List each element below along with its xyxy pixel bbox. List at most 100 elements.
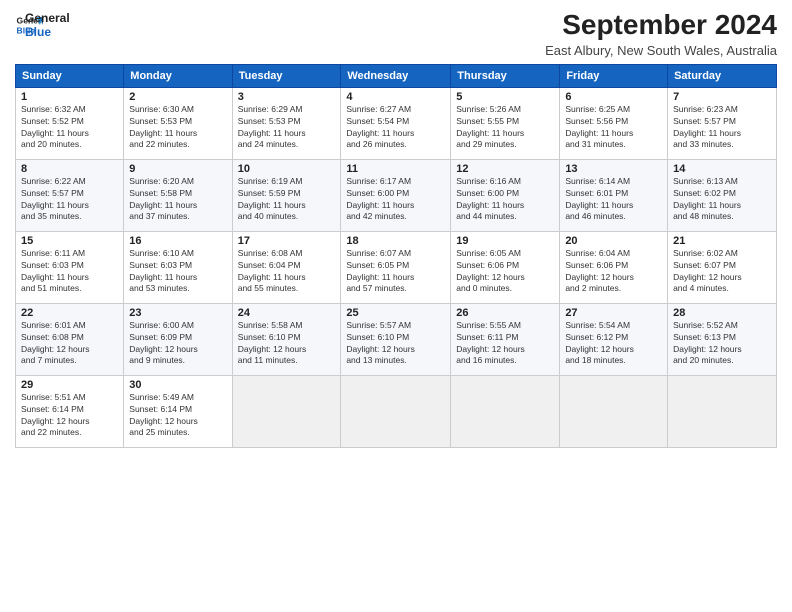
day-number: 9 <box>129 163 226 175</box>
week-row-3: 15Sunrise: 6:11 AM Sunset: 6:03 PM Dayli… <box>16 231 777 303</box>
day-number: 13 <box>565 163 662 175</box>
calendar-cell <box>451 375 560 447</box>
day-info: Sunrise: 6:20 AM Sunset: 5:58 PM Dayligh… <box>129 176 226 224</box>
calendar-cell: 18Sunrise: 6:07 AM Sunset: 6:05 PM Dayli… <box>341 231 451 303</box>
day-info: Sunrise: 6:07 AM Sunset: 6:05 PM Dayligh… <box>346 248 445 296</box>
calendar-cell: 16Sunrise: 6:10 AM Sunset: 6:03 PM Dayli… <box>124 231 232 303</box>
calendar-cell: 24Sunrise: 5:58 AM Sunset: 6:10 PM Dayli… <box>232 303 341 375</box>
day-number: 22 <box>21 307 118 319</box>
day-number: 4 <box>346 91 445 103</box>
day-info: Sunrise: 6:00 AM Sunset: 6:09 PM Dayligh… <box>129 320 226 368</box>
calendar-cell: 13Sunrise: 6:14 AM Sunset: 6:01 PM Dayli… <box>560 159 668 231</box>
col-sunday: Sunday <box>16 64 124 87</box>
day-info: Sunrise: 6:22 AM Sunset: 5:57 PM Dayligh… <box>21 176 118 224</box>
day-number: 8 <box>21 163 118 175</box>
calendar-cell: 11Sunrise: 6:17 AM Sunset: 6:00 PM Dayli… <box>341 159 451 231</box>
header-row: Sunday Monday Tuesday Wednesday Thursday… <box>16 64 777 87</box>
day-number: 21 <box>673 235 771 247</box>
day-number: 12 <box>456 163 554 175</box>
day-info: Sunrise: 6:30 AM Sunset: 5:53 PM Dayligh… <box>129 104 226 152</box>
logo-line1: General <box>25 12 70 26</box>
day-number: 20 <box>565 235 662 247</box>
calendar-cell: 21Sunrise: 6:02 AM Sunset: 6:07 PM Dayli… <box>668 231 777 303</box>
day-info: Sunrise: 6:19 AM Sunset: 5:59 PM Dayligh… <box>238 176 336 224</box>
day-number: 7 <box>673 91 771 103</box>
day-number: 23 <box>129 307 226 319</box>
day-info: Sunrise: 6:29 AM Sunset: 5:53 PM Dayligh… <box>238 104 336 152</box>
calendar-cell: 8Sunrise: 6:22 AM Sunset: 5:57 PM Daylig… <box>16 159 124 231</box>
day-number: 1 <box>21 91 118 103</box>
calendar-cell: 26Sunrise: 5:55 AM Sunset: 6:11 PM Dayli… <box>451 303 560 375</box>
week-row-4: 22Sunrise: 6:01 AM Sunset: 6:08 PM Dayli… <box>16 303 777 375</box>
location-subtitle: East Albury, New South Wales, Australia <box>545 43 777 58</box>
day-number: 28 <box>673 307 771 319</box>
calendar-cell: 14Sunrise: 6:13 AM Sunset: 6:02 PM Dayli… <box>668 159 777 231</box>
calendar-cell: 7Sunrise: 6:23 AM Sunset: 5:57 PM Daylig… <box>668 87 777 159</box>
calendar-cell: 29Sunrise: 5:51 AM Sunset: 6:14 PM Dayli… <box>16 375 124 447</box>
month-title: September 2024 <box>545 10 777 41</box>
calendar-cell: 27Sunrise: 5:54 AM Sunset: 6:12 PM Dayli… <box>560 303 668 375</box>
calendar-cell: 6Sunrise: 6:25 AM Sunset: 5:56 PM Daylig… <box>560 87 668 159</box>
day-info: Sunrise: 6:05 AM Sunset: 6:06 PM Dayligh… <box>456 248 554 296</box>
calendar-cell: 22Sunrise: 6:01 AM Sunset: 6:08 PM Dayli… <box>16 303 124 375</box>
day-number: 16 <box>129 235 226 247</box>
calendar-cell: 3Sunrise: 6:29 AM Sunset: 5:53 PM Daylig… <box>232 87 341 159</box>
day-info: Sunrise: 5:57 AM Sunset: 6:10 PM Dayligh… <box>346 320 445 368</box>
day-info: Sunrise: 6:01 AM Sunset: 6:08 PM Dayligh… <box>21 320 118 368</box>
day-info: Sunrise: 6:14 AM Sunset: 6:01 PM Dayligh… <box>565 176 662 224</box>
day-info: Sunrise: 5:54 AM Sunset: 6:12 PM Dayligh… <box>565 320 662 368</box>
calendar-cell: 19Sunrise: 6:05 AM Sunset: 6:06 PM Dayli… <box>451 231 560 303</box>
day-number: 11 <box>346 163 445 175</box>
calendar-cell: 10Sunrise: 6:19 AM Sunset: 5:59 PM Dayli… <box>232 159 341 231</box>
day-info: Sunrise: 5:51 AM Sunset: 6:14 PM Dayligh… <box>21 392 118 440</box>
calendar-cell <box>341 375 451 447</box>
day-number: 3 <box>238 91 336 103</box>
day-number: 24 <box>238 307 336 319</box>
page: General Blue General Blue September 2024… <box>0 0 792 612</box>
day-number: 6 <box>565 91 662 103</box>
calendar-cell: 25Sunrise: 5:57 AM Sunset: 6:10 PM Dayli… <box>341 303 451 375</box>
day-number: 25 <box>346 307 445 319</box>
day-info: Sunrise: 6:04 AM Sunset: 6:06 PM Dayligh… <box>565 248 662 296</box>
day-info: Sunrise: 6:10 AM Sunset: 6:03 PM Dayligh… <box>129 248 226 296</box>
calendar-cell: 15Sunrise: 6:11 AM Sunset: 6:03 PM Dayli… <box>16 231 124 303</box>
logo: General Blue General Blue <box>15 10 70 40</box>
header: General Blue General Blue September 2024… <box>15 10 777 58</box>
day-info: Sunrise: 5:55 AM Sunset: 6:11 PM Dayligh… <box>456 320 554 368</box>
logo-line2: Blue <box>25 26 70 40</box>
day-info: Sunrise: 6:16 AM Sunset: 6:00 PM Dayligh… <box>456 176 554 224</box>
day-info: Sunrise: 5:58 AM Sunset: 6:10 PM Dayligh… <box>238 320 336 368</box>
day-info: Sunrise: 6:13 AM Sunset: 6:02 PM Dayligh… <box>673 176 771 224</box>
day-info: Sunrise: 6:27 AM Sunset: 5:54 PM Dayligh… <box>346 104 445 152</box>
calendar-cell: 23Sunrise: 6:00 AM Sunset: 6:09 PM Dayli… <box>124 303 232 375</box>
calendar-cell <box>560 375 668 447</box>
day-info: Sunrise: 6:23 AM Sunset: 5:57 PM Dayligh… <box>673 104 771 152</box>
calendar: Sunday Monday Tuesday Wednesday Thursday… <box>15 64 777 448</box>
col-saturday: Saturday <box>668 64 777 87</box>
week-row-2: 8Sunrise: 6:22 AM Sunset: 5:57 PM Daylig… <box>16 159 777 231</box>
day-info: Sunrise: 6:11 AM Sunset: 6:03 PM Dayligh… <box>21 248 118 296</box>
col-friday: Friday <box>560 64 668 87</box>
day-info: Sunrise: 6:02 AM Sunset: 6:07 PM Dayligh… <box>673 248 771 296</box>
calendar-cell: 4Sunrise: 6:27 AM Sunset: 5:54 PM Daylig… <box>341 87 451 159</box>
calendar-cell: 9Sunrise: 6:20 AM Sunset: 5:58 PM Daylig… <box>124 159 232 231</box>
day-number: 10 <box>238 163 336 175</box>
col-monday: Monday <box>124 64 232 87</box>
calendar-cell: 5Sunrise: 5:26 AM Sunset: 5:55 PM Daylig… <box>451 87 560 159</box>
day-info: Sunrise: 5:26 AM Sunset: 5:55 PM Dayligh… <box>456 104 554 152</box>
week-row-5: 29Sunrise: 5:51 AM Sunset: 6:14 PM Dayli… <box>16 375 777 447</box>
day-number: 30 <box>129 379 226 391</box>
day-info: Sunrise: 6:17 AM Sunset: 6:00 PM Dayligh… <box>346 176 445 224</box>
calendar-cell: 17Sunrise: 6:08 AM Sunset: 6:04 PM Dayli… <box>232 231 341 303</box>
day-number: 18 <box>346 235 445 247</box>
calendar-cell: 20Sunrise: 6:04 AM Sunset: 6:06 PM Dayli… <box>560 231 668 303</box>
col-wednesday: Wednesday <box>341 64 451 87</box>
title-block: September 2024 East Albury, New South Wa… <box>545 10 777 58</box>
col-tuesday: Tuesday <box>232 64 341 87</box>
day-number: 17 <box>238 235 336 247</box>
day-info: Sunrise: 5:52 AM Sunset: 6:13 PM Dayligh… <box>673 320 771 368</box>
day-number: 26 <box>456 307 554 319</box>
day-info: Sunrise: 6:25 AM Sunset: 5:56 PM Dayligh… <box>565 104 662 152</box>
day-number: 2 <box>129 91 226 103</box>
calendar-cell: 30Sunrise: 5:49 AM Sunset: 6:14 PM Dayli… <box>124 375 232 447</box>
